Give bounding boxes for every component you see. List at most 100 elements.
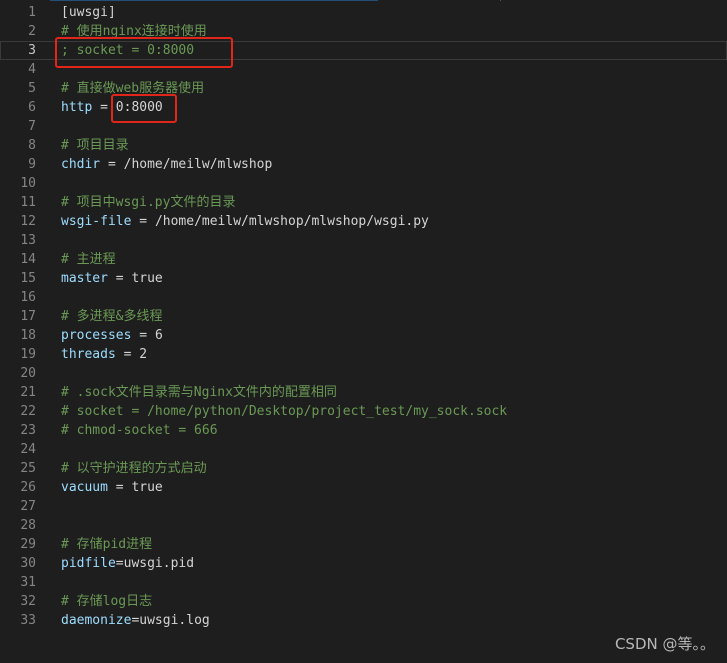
line-code: # 多进程&多线程 [61, 307, 162, 326]
line-code: threads = 2 [61, 345, 147, 364]
line-number: 10 [20, 176, 36, 191]
line-number: 32 [20, 594, 36, 609]
code-line[interactable]: 13 [0, 231, 727, 250]
line-number: 11 [20, 195, 36, 210]
line-number: 19 [20, 347, 36, 362]
code-line[interactable]: 8 # 项目目录 [0, 136, 727, 155]
value-token: true [131, 271, 163, 286]
line-number: 16 [20, 290, 36, 305]
value-token: /home/meilw/mlwshop [123, 157, 273, 172]
code-line[interactable]: 16 [0, 288, 727, 307]
operator-token: = [131, 328, 155, 343]
operator-token: = [100, 157, 124, 172]
line-code: # 以守护进程的方式启动 [61, 459, 207, 478]
line-number: 26 [20, 480, 36, 495]
code-line[interactable]: 31 [0, 573, 727, 592]
operator-token: = [131, 214, 155, 229]
code-line[interactable]: 10 [0, 174, 727, 193]
code-line[interactable]: 27 [0, 497, 727, 516]
code-line[interactable]: 11 # 项目中wsgi.py文件的目录 [0, 193, 727, 212]
value-token: /home/meilw/mlwshop/mlwshop/wsgi.py [154, 214, 429, 229]
code-line[interactable]: 23 # chmod-socket = 666 [0, 421, 727, 440]
line-number: 21 [20, 385, 36, 400]
line-number: 23 [20, 423, 36, 438]
code-line[interactable]: 5 # 直接做web服务器使用 [0, 79, 727, 98]
code-line[interactable]: 20 [0, 364, 727, 383]
line-number: 33 [20, 613, 36, 628]
line-number: 30 [20, 556, 36, 571]
code-line[interactable]: 25 # 以守护进程的方式启动 [0, 459, 727, 478]
line-number: 20 [20, 366, 36, 381]
comment-token: # chmod-socket = 666 [61, 423, 218, 438]
code-line[interactable]: 17 # 多进程&多线程 [0, 307, 727, 326]
code-line[interactable]: 22 # socket = /home/python/Desktop/projec… [0, 402, 727, 421]
code-line[interactable]: 9 chdir = /home/meilw/mlwshop [0, 155, 727, 174]
line-number: 27 [20, 499, 36, 514]
comment-token: # 主进程 [61, 252, 116, 267]
code-line[interactable]: 32 # 存储log日志 [0, 592, 727, 611]
code-line[interactable]: 29 # 存储pid进程 [0, 535, 727, 554]
operator-token: = [107, 271, 132, 286]
code-line[interactable]: 12 wsgi-file = /home/meilw/mlwshop/mlwsho… [0, 212, 727, 231]
line-number: 4 [28, 62, 36, 77]
line-code: # 存储log日志 [61, 592, 152, 611]
line-code: # .sock文件目录需与Nginx文件内的配置相同 [61, 383, 337, 402]
key-token: chdir [61, 157, 101, 172]
line-number: 22 [20, 404, 36, 419]
code-line[interactable]: 18 processes = 6 [0, 326, 727, 345]
comment-token: # 存储log日志 [61, 594, 153, 609]
line-code: master = true [61, 269, 163, 288]
line-number: 1 [28, 5, 36, 20]
line-code: # 项目目录 [61, 136, 129, 155]
key-token: vacuum [61, 480, 108, 495]
code-line[interactable]: 33 daemonize=uwsgi.log [0, 611, 727, 630]
key-token: threads [61, 347, 116, 362]
line-code: pidfile=uwsgi.pid [61, 554, 194, 573]
key-token: master [61, 271, 108, 286]
line-number: 17 [20, 309, 36, 324]
code-line[interactable]: 7 [0, 117, 727, 136]
value-token: uwsgi.log [139, 613, 210, 628]
line-number: 9 [28, 157, 36, 172]
value-token: 6 [154, 328, 163, 343]
line-number: 29 [20, 537, 36, 552]
code-line[interactable]: 1 [uwsgi] [0, 3, 727, 22]
code-line[interactable]: 19 threads = 2 [0, 345, 727, 364]
line-code: vacuum = true [61, 478, 163, 497]
key-token: http [61, 100, 93, 115]
code-editor[interactable]: 1 [uwsgi] 2 # 使用nginx连接时使用 3; socket = 0:800… [0, 0, 727, 663]
key-token: pidfile [61, 556, 116, 571]
operator-token: = [107, 480, 132, 495]
line-number: 25 [20, 461, 36, 476]
code-line[interactable]: 30 pidfile=uwsgi.pid [0, 554, 727, 573]
code-line[interactable]: 21 # .sock文件目录需与Nginx文件内的配置相同 [0, 383, 727, 402]
code-line[interactable]: 26 vacuum = true [0, 478, 727, 497]
highlight-box-socket [55, 37, 233, 68]
value-token: uwsgi.pid [123, 556, 195, 571]
line-code: # 项目中wsgi.py文件的目录 [61, 193, 235, 212]
code-line[interactable]: 14 # 主进程 [0, 250, 727, 269]
comment-token: # 存储pid进程 [61, 537, 153, 552]
operator-token: = [115, 556, 124, 571]
comment-token: # 多进程&多线程 [61, 309, 163, 324]
code-line[interactable]: 6 http = 0:8000 [0, 98, 727, 117]
code-line[interactable]: 15 master = true [0, 269, 727, 288]
value-token: true [131, 480, 163, 495]
tab-strip-divider [500, 0, 501, 1]
watermark: CSDN @等。。 [614, 635, 715, 653]
operator-token: = [115, 347, 140, 362]
code-line[interactable]: 24 [0, 440, 727, 459]
line-number: 2 [28, 24, 36, 39]
comment-token: # 以守护进程的方式启动 [61, 461, 207, 476]
line-number: 6 [28, 100, 36, 115]
line-code: [uwsgi] [61, 3, 116, 22]
comment-token: # 项目目录 [61, 138, 129, 153]
tab-strip-indicator [50, 0, 378, 1]
line-number: 24 [20, 442, 36, 457]
code-line[interactable]: 28 [0, 516, 727, 535]
line-number: 15 [20, 271, 36, 286]
comment-token: # .sock文件目录需与Nginx文件内的配置相同 [61, 385, 337, 400]
comment-token: # socket = /home/python/Desktop/project_… [61, 404, 508, 419]
line-number: 8 [28, 138, 36, 153]
value-token: [uwsgi] [61, 5, 116, 20]
